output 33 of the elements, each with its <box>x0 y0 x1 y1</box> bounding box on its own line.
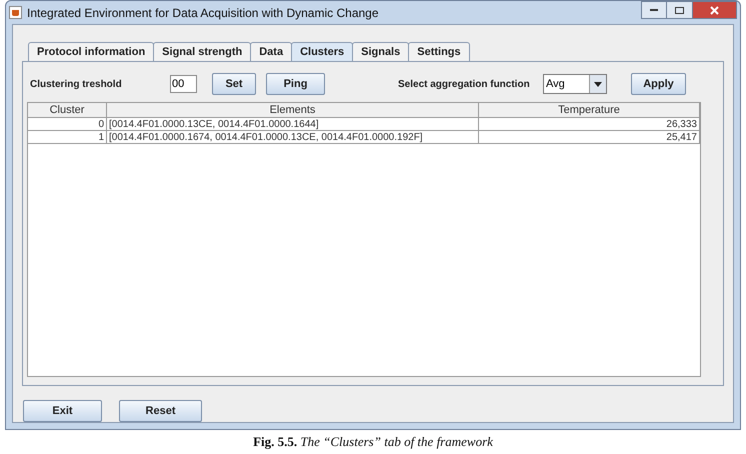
figure-caption: Fig. 5.5. The “Clusters” tab of the framework <box>252 434 494 450</box>
tab[interactable]: Signals <box>352 42 410 61</box>
tab[interactable]: Data <box>250 42 292 61</box>
aggregation-dropdown[interactable]: Avg <box>543 74 607 94</box>
close-button[interactable] <box>693 1 737 19</box>
minimize-button[interactable] <box>641 1 667 19</box>
caret-icon <box>589 75 606 93</box>
table-cell: 0 <box>28 118 107 131</box>
table-cell: 25,417 <box>479 131 700 144</box>
threshold-field[interactable]: 00 <box>170 75 197 93</box>
column-header[interactable]: Temperature <box>479 103 700 118</box>
tab[interactable]: Protocol information <box>28 42 154 61</box>
tab[interactable]: Clusters <box>291 42 354 61</box>
maximize-button[interactable] <box>667 1 693 19</box>
dropdown-value: Avg <box>545 77 566 92</box>
column-header[interactable]: Elements <box>107 103 479 118</box>
table-cell: 26,333 <box>479 118 700 131</box>
tab[interactable]: Settings <box>408 42 470 61</box>
table-cell: 1 <box>28 131 107 144</box>
aggregation-label: Select aggregation function <box>398 78 531 92</box>
button[interactable]: Exit <box>23 400 102 422</box>
button[interactable]: Set <box>212 73 256 95</box>
table-cell: [0014.4F01.0000.13CE, 0014.4F01.0000.1644] <box>107 118 479 131</box>
threshold-label: Clustering treshold <box>29 78 123 92</box>
window-title: Integrated Environment for Data Acquisition with Dynamic Change <box>27 4 379 22</box>
tab[interactable]: Signal strength <box>153 42 252 61</box>
button[interactable]: Apply <box>631 73 686 95</box>
button[interactable]: Reset <box>119 400 202 422</box>
coffee-cup-icon <box>9 6 22 19</box>
close-icon <box>710 6 719 14</box>
table-cell: [0014.4F01.0000.1674, 0014.4F01.0000.13CE, 0014.4F01.0000.192F] <box>107 131 479 144</box>
button[interactable]: Ping <box>266 73 325 95</box>
column-header[interactable]: Cluster <box>28 103 107 118</box>
